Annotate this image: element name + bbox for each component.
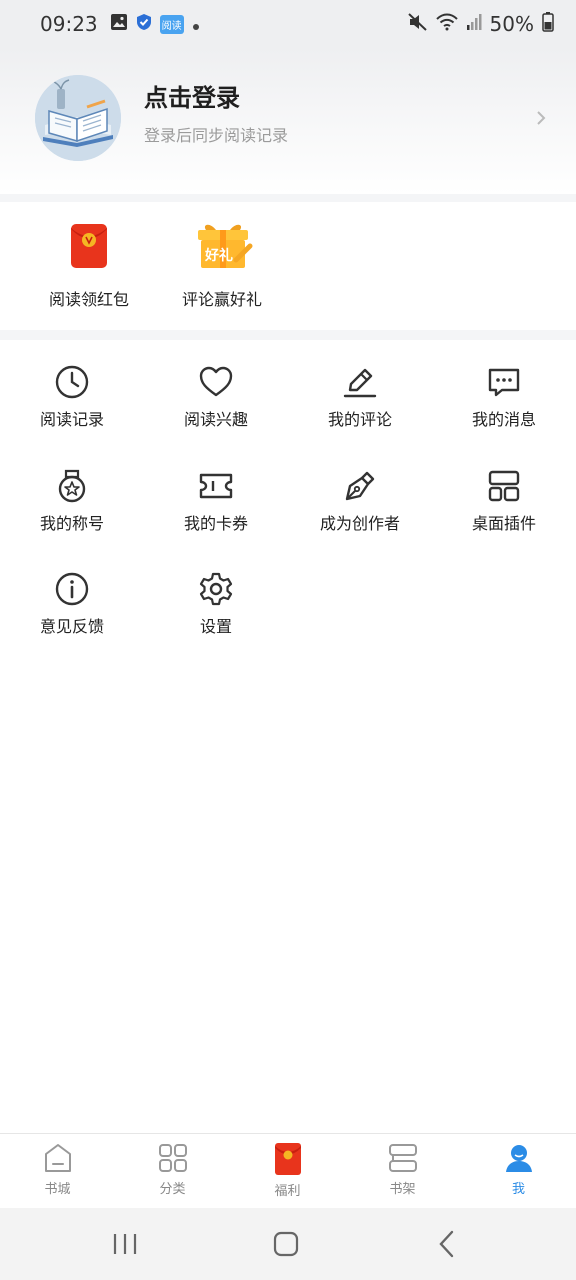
heart-icon — [199, 366, 233, 397]
fountain-pen-icon — [345, 471, 375, 501]
menu-item-my-messages[interactable]: 我的消息 — [432, 340, 576, 440]
menu-item-feedback[interactable]: 意见反馈 — [0, 547, 144, 647]
bottom-tab-bar: 书城 分类 福利 书架 我 — [0, 1133, 576, 1208]
menu-item-reading-history[interactable]: 阅读记录 — [0, 340, 144, 440]
widget-icon — [488, 470, 520, 502]
tab-label: 我 — [511, 1182, 525, 1197]
login-subtitle: 登录后同步阅读记录 — [144, 126, 289, 145]
menu-label: 我的称号 — [39, 514, 104, 533]
clock-icon — [55, 365, 89, 399]
promo-red-envelope[interactable]: 阅读领红包 — [34, 220, 144, 310]
menu-label: 桌面插件 — [471, 514, 536, 533]
system-nav-bar — [0, 1208, 576, 1280]
section-divider — [0, 330, 576, 340]
medal-icon — [58, 469, 86, 503]
menu-item-my-coupons[interactable]: 我的卡券 — [144, 444, 288, 544]
home-icon — [44, 1144, 71, 1172]
tab-bookstore[interactable]: 书城 — [0, 1134, 115, 1209]
tab-category[interactable]: 分类 — [115, 1134, 230, 1209]
menu-label: 我的卡券 — [183, 514, 248, 533]
gear-icon — [199, 572, 233, 606]
tab-welfare[interactable]: 福利 — [230, 1134, 345, 1209]
back-icon[interactable] — [436, 1228, 458, 1264]
promo-section: 阅读领红包 好礼 评论赢好礼 — [0, 202, 576, 330]
message-icon — [488, 368, 520, 397]
gallery-icon — [110, 12, 128, 36]
chevron-right-icon[interactable] — [536, 110, 546, 130]
recent-apps-icon[interactable] — [112, 1228, 138, 1264]
wifi-icon — [435, 12, 458, 36]
bookshelf-icon — [388, 1144, 417, 1172]
menu-label: 设置 — [199, 617, 232, 636]
menu-label: 阅读兴趣 — [183, 410, 248, 429]
info-icon — [55, 572, 89, 606]
notification-dot-icon — [192, 12, 200, 36]
menu-label: 阅读记录 — [39, 410, 104, 429]
promo-gift[interactable]: 好礼 评论赢好礼 — [167, 220, 277, 310]
tab-bookshelf[interactable]: 书架 — [345, 1134, 460, 1209]
login-title[interactable]: 点击登录 — [144, 78, 240, 113]
menu-item-my-titles[interactable]: 我的称号 — [0, 444, 144, 544]
promo-label: 阅读领红包 — [48, 290, 129, 309]
menu-label: 我的消息 — [471, 410, 536, 429]
menu-item-settings[interactable]: 设置 — [144, 547, 288, 647]
ticket-icon — [199, 473, 233, 499]
section-divider — [0, 194, 576, 202]
avatar[interactable] — [35, 75, 121, 161]
grid-icon — [158, 1144, 187, 1172]
mute-icon — [407, 12, 428, 36]
promo-label: 评论赢好礼 — [181, 290, 262, 309]
shield-check-icon — [136, 12, 152, 36]
battery-percent: 50% — [489, 12, 534, 36]
status-bar: 09:23 阅读 50% — [0, 0, 576, 48]
tab-label: 分类 — [159, 1182, 186, 1197]
menu-item-become-creator[interactable]: 成为创作者 — [288, 444, 432, 544]
menu-label: 意见反馈 — [39, 617, 104, 636]
red-envelope-icon — [59, 220, 119, 276]
app-badge-icon: 阅读 — [159, 14, 184, 34]
menu-item-reading-interest[interactable]: 阅读兴趣 — [144, 340, 288, 440]
tab-me[interactable]: 我 — [461, 1134, 576, 1209]
signal-icon — [466, 12, 482, 36]
menu-label: 成为创作者 — [319, 514, 400, 533]
home-button-icon[interactable] — [272, 1228, 300, 1264]
red-envelope-icon — [274, 1143, 301, 1175]
gift-badge-text: 好礼 — [204, 247, 233, 264]
battery-icon — [542, 11, 554, 37]
menu-item-my-comments[interactable]: 我的评论 — [288, 340, 432, 440]
user-icon — [505, 1145, 532, 1172]
menu-label: 我的评论 — [327, 410, 392, 429]
tab-label: 书城 — [44, 1182, 71, 1197]
gift-box-icon: 好礼 — [192, 220, 253, 276]
menu-item-desktop-widget[interactable]: 桌面插件 — [432, 444, 576, 544]
tab-label: 书架 — [389, 1182, 416, 1197]
profile-header[interactable]: 点击登录 登录后同步阅读记录 — [0, 48, 576, 194]
pen-edit-icon — [343, 368, 377, 398]
tab-label: 福利 — [274, 1184, 301, 1199]
status-time: 09:23 — [40, 12, 98, 36]
